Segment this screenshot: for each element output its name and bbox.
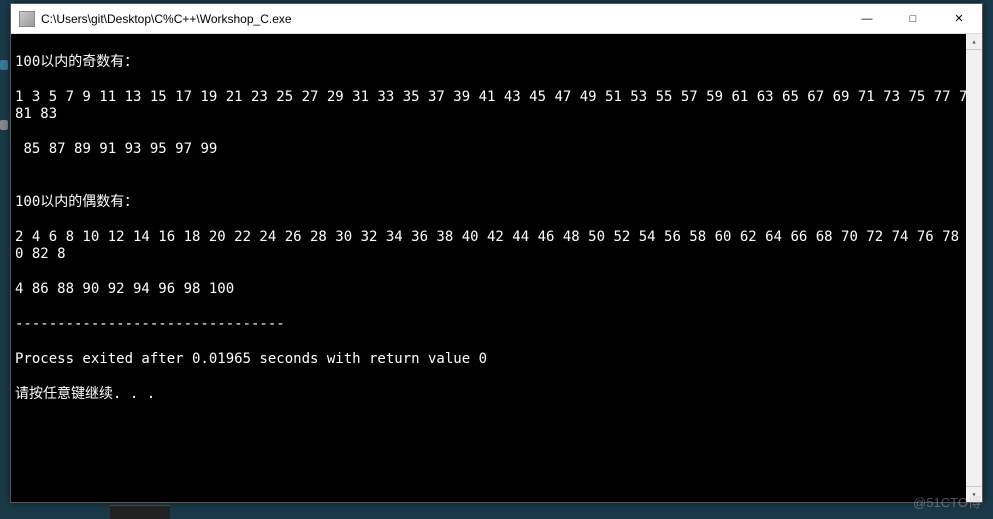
desktop-icon-1 bbox=[0, 60, 8, 70]
vertical-scrollbar[interactable]: ▴ ▾ bbox=[966, 34, 982, 502]
window-controls: — □ ✕ bbox=[844, 4, 982, 33]
console-output[interactable]: 100以内的奇数有： 1 3 5 7 9 11 13 15 17 19 21 2… bbox=[11, 34, 982, 502]
scroll-up-button[interactable]: ▴ bbox=[966, 34, 982, 50]
taskbar-fragment bbox=[110, 505, 170, 519]
scroll-track[interactable] bbox=[966, 50, 982, 486]
desktop-icon-2 bbox=[0, 120, 8, 130]
minimize-button[interactable]: — bbox=[844, 4, 890, 33]
even-numbers-line-1: 2 4 6 8 10 12 14 16 18 20 22 24 26 28 30… bbox=[15, 229, 978, 264]
titlebar[interactable]: C:\Users\git\Desktop\C%C++\Workshop_C.ex… bbox=[11, 4, 982, 34]
odd-header-line: 100以内的奇数有： bbox=[15, 54, 978, 72]
odd-numbers-line-1: 1 3 5 7 9 11 13 15 17 19 21 23 25 27 29 … bbox=[15, 89, 978, 124]
exit-message-line: Process exited after 0.01965 seconds wit… bbox=[15, 351, 978, 369]
maximize-button[interactable]: □ bbox=[890, 4, 936, 33]
close-button[interactable]: ✕ bbox=[936, 4, 982, 33]
prompt-line: 请按任意键继续. . . bbox=[15, 386, 978, 404]
app-icon bbox=[19, 11, 35, 27]
console-window: C:\Users\git\Desktop\C%C++\Workshop_C.ex… bbox=[10, 3, 983, 503]
odd-numbers-line-2: 85 87 89 91 93 95 97 99 bbox=[15, 141, 978, 159]
watermark: @51CTO博 bbox=[913, 492, 981, 511]
even-header-line: 100以内的偶数有： bbox=[15, 194, 978, 212]
separator-line: -------------------------------- bbox=[15, 316, 978, 334]
window-title: C:\Users\git\Desktop\C%C++\Workshop_C.ex… bbox=[41, 12, 844, 26]
even-numbers-line-2: 4 86 88 90 92 94 96 98 100 bbox=[15, 281, 978, 299]
